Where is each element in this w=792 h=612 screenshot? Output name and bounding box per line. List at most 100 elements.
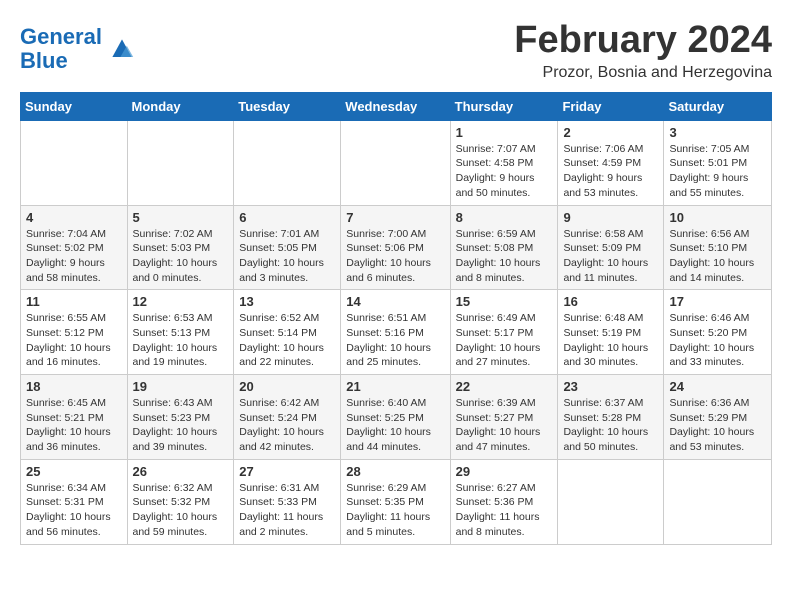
calendar-cell: 26 Sunrise: 6:32 AM Sunset: 5:32 PM Dayli…	[127, 459, 234, 544]
day-number: 28	[346, 464, 444, 479]
day-info: Sunrise: 6:59 AM Sunset: 5:08 PM Dayligh…	[456, 227, 553, 286]
calendar-cell: 25 Sunrise: 6:34 AM Sunset: 5:31 PM Dayli…	[21, 459, 128, 544]
weekday-header-row: SundayMondayTuesdayWednesdayThursdayFrid…	[21, 92, 772, 120]
day-number: 1	[456, 125, 553, 140]
day-number: 26	[133, 464, 229, 479]
day-number: 16	[563, 294, 658, 309]
calendar-cell: 3 Sunrise: 7:05 AM Sunset: 5:01 PM Daylig…	[664, 120, 772, 205]
logo-icon	[106, 33, 138, 65]
day-number: 7	[346, 210, 444, 225]
day-info: Sunrise: 6:48 AM Sunset: 5:19 PM Dayligh…	[563, 311, 658, 370]
logo: General Blue	[20, 25, 138, 73]
day-number: 20	[239, 379, 335, 394]
day-number: 3	[669, 125, 766, 140]
day-number: 2	[563, 125, 658, 140]
day-number: 27	[239, 464, 335, 479]
day-info: Sunrise: 7:07 AM Sunset: 4:58 PM Dayligh…	[456, 142, 553, 201]
day-number: 14	[346, 294, 444, 309]
weekday-header-sunday: Sunday	[21, 92, 128, 120]
calendar-cell: 5Sunrise: 7:02 AM Sunset: 5:03 PM Daylig…	[127, 205, 234, 290]
day-number: 17	[669, 294, 766, 309]
day-info: Sunrise: 6:39 AM Sunset: 5:27 PM Dayligh…	[456, 396, 553, 455]
calendar-cell: 16 Sunrise: 6:48 AM Sunset: 5:19 PM Dayli…	[558, 290, 664, 375]
calendar-cell: 7 Sunrise: 7:00 AM Sunset: 5:06 PM Daylig…	[341, 205, 450, 290]
calendar-cell	[664, 459, 772, 544]
calendar-table: SundayMondayTuesdayWednesdayThursdayFrid…	[20, 92, 772, 545]
day-number: 12	[133, 294, 229, 309]
header: General Blue February 2024 Prozor, Bosni…	[20, 20, 772, 82]
calendar-cell: 19Sunrise: 6:43 AM Sunset: 5:23 PM Dayli…	[127, 375, 234, 460]
calendar-cell: 6 Sunrise: 7:01 AM Sunset: 5:05 PM Daylig…	[234, 205, 341, 290]
week-row-1: 1 Sunrise: 7:07 AM Sunset: 4:58 PM Daylig…	[21, 120, 772, 205]
calendar-cell	[341, 120, 450, 205]
weekday-header-tuesday: Tuesday	[234, 92, 341, 120]
day-info: Sunrise: 6:37 AM Sunset: 5:28 PM Dayligh…	[563, 396, 658, 455]
calendar-cell	[234, 120, 341, 205]
calendar-cell: 29 Sunrise: 6:27 AM Sunset: 5:36 PM Dayli…	[450, 459, 558, 544]
month-title: February 2024	[514, 20, 772, 62]
calendar-cell: 11Sunrise: 6:55 AM Sunset: 5:12 PM Dayli…	[21, 290, 128, 375]
calendar-cell: 24 Sunrise: 6:36 AM Sunset: 5:29 PM Dayli…	[664, 375, 772, 460]
day-number: 29	[456, 464, 553, 479]
calendar-cell	[558, 459, 664, 544]
calendar-cell: 21 Sunrise: 6:40 AM Sunset: 5:25 PM Dayli…	[341, 375, 450, 460]
day-number: 18	[26, 379, 122, 394]
day-info: Sunrise: 6:46 AM Sunset: 5:20 PM Dayligh…	[669, 311, 766, 370]
logo-text: General Blue	[20, 25, 102, 73]
day-info: Sunrise: 6:52 AM Sunset: 5:14 PM Dayligh…	[239, 311, 335, 370]
day-number: 8	[456, 210, 553, 225]
day-info: Sunrise: 7:00 AM Sunset: 5:06 PM Dayligh…	[346, 227, 444, 286]
day-info: Sunrise: 6:32 AM Sunset: 5:32 PM Dayligh…	[133, 481, 229, 540]
day-info: Sunrise: 6:56 AM Sunset: 5:10 PM Dayligh…	[669, 227, 766, 286]
calendar-cell: 18 Sunrise: 6:45 AM Sunset: 5:21 PM Dayli…	[21, 375, 128, 460]
title-area: February 2024 Prozor, Bosnia and Herzego…	[514, 20, 772, 82]
day-number: 21	[346, 379, 444, 394]
calendar-cell: 4 Sunrise: 7:04 AM Sunset: 5:02 PM Daylig…	[21, 205, 128, 290]
day-info: Sunrise: 6:55 AM Sunset: 5:12 PM Dayligh…	[26, 311, 122, 370]
day-info: Sunrise: 7:01 AM Sunset: 5:05 PM Dayligh…	[239, 227, 335, 286]
calendar-cell	[127, 120, 234, 205]
calendar-cell: 23 Sunrise: 6:37 AM Sunset: 5:28 PM Dayli…	[558, 375, 664, 460]
logo-blue: Blue	[20, 48, 68, 73]
day-info: Sunrise: 6:42 AM Sunset: 5:24 PM Dayligh…	[239, 396, 335, 455]
day-number: 25	[26, 464, 122, 479]
day-info: Sunrise: 7:02 AM Sunset: 5:03 PM Dayligh…	[133, 227, 229, 286]
day-number: 23	[563, 379, 658, 394]
week-row-4: 18 Sunrise: 6:45 AM Sunset: 5:21 PM Dayli…	[21, 375, 772, 460]
calendar-cell: 14Sunrise: 6:51 AM Sunset: 5:16 PM Dayli…	[341, 290, 450, 375]
logo-general: General	[20, 24, 102, 49]
calendar-cell: 13 Sunrise: 6:52 AM Sunset: 5:14 PM Dayli…	[234, 290, 341, 375]
day-number: 4	[26, 210, 122, 225]
day-info: Sunrise: 7:04 AM Sunset: 5:02 PM Dayligh…	[26, 227, 122, 286]
weekday-header-monday: Monday	[127, 92, 234, 120]
day-info: Sunrise: 6:34 AM Sunset: 5:31 PM Dayligh…	[26, 481, 122, 540]
calendar-cell: 27 Sunrise: 6:31 AM Sunset: 5:33 PM Dayli…	[234, 459, 341, 544]
weekday-header-saturday: Saturday	[664, 92, 772, 120]
day-info: Sunrise: 6:29 AM Sunset: 5:35 PM Dayligh…	[346, 481, 444, 540]
weekday-header-friday: Friday	[558, 92, 664, 120]
day-info: Sunrise: 6:27 AM Sunset: 5:36 PM Dayligh…	[456, 481, 553, 540]
calendar-cell: 8 Sunrise: 6:59 AM Sunset: 5:08 PM Daylig…	[450, 205, 558, 290]
day-info: Sunrise: 6:45 AM Sunset: 5:21 PM Dayligh…	[26, 396, 122, 455]
calendar-cell: 2 Sunrise: 7:06 AM Sunset: 4:59 PM Daylig…	[558, 120, 664, 205]
calendar-cell: 10 Sunrise: 6:56 AM Sunset: 5:10 PM Dayli…	[664, 205, 772, 290]
calendar-cell: 17 Sunrise: 6:46 AM Sunset: 5:20 PM Dayli…	[664, 290, 772, 375]
day-info: Sunrise: 7:06 AM Sunset: 4:59 PM Dayligh…	[563, 142, 658, 201]
day-number: 6	[239, 210, 335, 225]
day-info: Sunrise: 6:40 AM Sunset: 5:25 PM Dayligh…	[346, 396, 444, 455]
day-info: Sunrise: 6:43 AM Sunset: 5:23 PM Dayligh…	[133, 396, 229, 455]
day-number: 22	[456, 379, 553, 394]
day-info: Sunrise: 6:36 AM Sunset: 5:29 PM Dayligh…	[669, 396, 766, 455]
day-number: 10	[669, 210, 766, 225]
day-info: Sunrise: 6:31 AM Sunset: 5:33 PM Dayligh…	[239, 481, 335, 540]
day-info: Sunrise: 7:05 AM Sunset: 5:01 PM Dayligh…	[669, 142, 766, 201]
week-row-3: 11Sunrise: 6:55 AM Sunset: 5:12 PM Dayli…	[21, 290, 772, 375]
day-info: Sunrise: 6:58 AM Sunset: 5:09 PM Dayligh…	[563, 227, 658, 286]
location-title: Prozor, Bosnia and Herzegovina	[514, 64, 772, 82]
calendar-cell: 22 Sunrise: 6:39 AM Sunset: 5:27 PM Dayli…	[450, 375, 558, 460]
day-number: 13	[239, 294, 335, 309]
day-info: Sunrise: 6:53 AM Sunset: 5:13 PM Dayligh…	[133, 311, 229, 370]
weekday-header-wednesday: Wednesday	[341, 92, 450, 120]
calendar-cell: 9Sunrise: 6:58 AM Sunset: 5:09 PM Daylig…	[558, 205, 664, 290]
day-number: 24	[669, 379, 766, 394]
